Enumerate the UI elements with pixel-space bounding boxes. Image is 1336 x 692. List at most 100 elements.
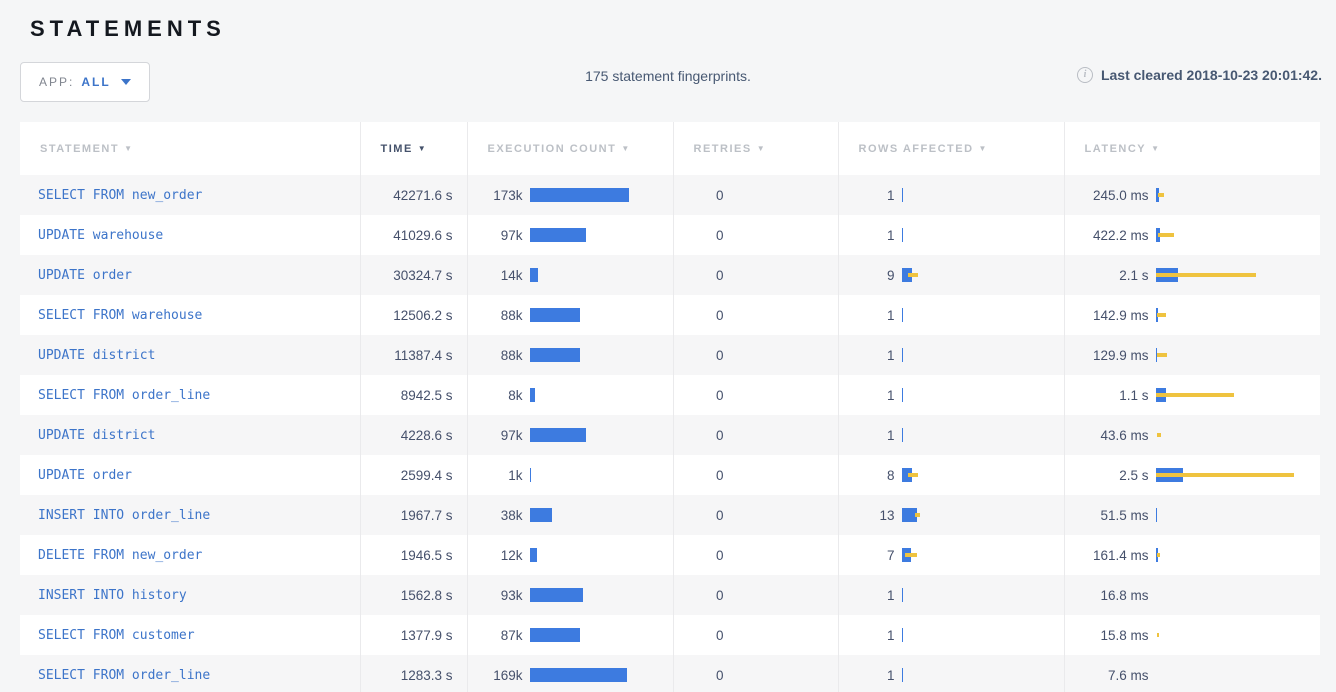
execution-count-value: 87k <box>468 628 523 643</box>
rows-affected-cell: 13 <box>838 495 1064 535</box>
latency-cell: 142.9 ms <box>1064 295 1320 335</box>
column-header-statement[interactable]: STATEMENT▼ <box>20 122 360 175</box>
statements-table: STATEMENT▼ TIME▼ EXECUTION COUNT▼ RETRIE… <box>20 122 1320 692</box>
retries-value: 0 <box>674 548 724 563</box>
retries-value: 0 <box>674 508 724 523</box>
execution-count-cell: 169k <box>467 655 673 692</box>
latency-bar <box>1156 546 1321 564</box>
statement-link[interactable]: UPDATE district <box>38 348 155 363</box>
execution-count-cell: 14k <box>467 255 673 295</box>
column-header-exec[interactable]: EXECUTION COUNT▼ <box>467 122 673 175</box>
retries-cell: 0 <box>673 495 838 535</box>
column-header-label: EXECUTION COUNT <box>488 143 617 155</box>
table-row: UPDATE district 4228.6 s 97k 0 1 <box>20 415 1320 455</box>
latency-cell: 2.1 s <box>1064 255 1320 295</box>
statement-link[interactable]: UPDATE warehouse <box>38 228 163 243</box>
statement-link[interactable]: SELECT FROM warehouse <box>38 308 202 323</box>
latency-value: 142.9 ms <box>1065 308 1149 323</box>
retries-cell: 0 <box>673 575 838 615</box>
execution-count-cell: 1k <box>467 455 673 495</box>
execution-count-bar <box>530 546 673 564</box>
column-header-latency[interactable]: LATENCY▼ <box>1064 122 1320 175</box>
latency-value: 2.5 s <box>1065 468 1149 483</box>
retries-value: 0 <box>674 188 724 203</box>
execution-count-bar <box>530 586 673 604</box>
rows-affected-bar <box>902 426 1064 444</box>
execution-count-value: 38k <box>468 508 523 523</box>
latency-value: 7.6 ms <box>1065 668 1149 683</box>
latency-cell: 2.5 s <box>1064 455 1320 495</box>
table-row: SELECT FROM warehouse 12506.2 s 88k 0 1 <box>20 295 1320 335</box>
statement-cell: SELECT FROM customer <box>20 615 360 655</box>
statement-link[interactable]: UPDATE district <box>38 428 155 443</box>
execution-count-bar <box>530 346 673 364</box>
table-row: UPDATE district 11387.4 s 88k 0 1 <box>20 335 1320 375</box>
statement-cell: UPDATE order <box>20 455 360 495</box>
latency-bar <box>1156 626 1321 644</box>
time-cell: 8942.5 s <box>360 375 467 415</box>
column-header-time[interactable]: TIME▼ <box>360 122 467 175</box>
table-body: SELECT FROM new_order 42271.6 s 173k 0 1 <box>20 175 1320 692</box>
statement-link[interactable]: INSERT INTO history <box>38 588 187 603</box>
execution-count-cell: 38k <box>467 495 673 535</box>
retries-value: 0 <box>674 268 724 283</box>
rows-affected-bar <box>902 266 1064 284</box>
execution-count-value: 173k <box>468 188 523 203</box>
rows-affected-value: 9 <box>839 268 895 283</box>
statement-link[interactable]: INSERT INTO order_line <box>38 508 210 523</box>
statement-cell: UPDATE district <box>20 335 360 375</box>
rows-affected-bar <box>902 306 1064 324</box>
rows-affected-cell: 1 <box>838 615 1064 655</box>
latency-value: 15.8 ms <box>1065 628 1149 643</box>
statement-link[interactable]: DELETE FROM new_order <box>38 548 202 563</box>
rows-affected-value: 1 <box>839 308 895 323</box>
rows-affected-value: 1 <box>839 228 895 243</box>
execution-count-cell: 93k <box>467 575 673 615</box>
column-header-label: RETRIES <box>694 143 752 155</box>
retries-cell: 0 <box>673 215 838 255</box>
latency-bar <box>1156 426 1321 444</box>
time-cell: 41029.6 s <box>360 215 467 255</box>
column-header-label: STATEMENT <box>40 143 119 155</box>
info-icon[interactable]: i <box>1077 67 1093 83</box>
rows-affected-value: 1 <box>839 188 895 203</box>
latency-cell: 245.0 ms <box>1064 175 1320 215</box>
execution-count-bar <box>530 226 673 244</box>
statement-cell: SELECT FROM warehouse <box>20 295 360 335</box>
rows-affected-cell: 1 <box>838 175 1064 215</box>
rows-affected-bar <box>902 386 1064 404</box>
statement-cell: INSERT INTO order_line <box>20 495 360 535</box>
statement-link[interactable]: SELECT FROM customer <box>38 628 195 643</box>
table-row: SELECT FROM customer 1377.9 s 87k 0 1 <box>20 615 1320 655</box>
execution-count-cell: 88k <box>467 295 673 335</box>
execution-count-value: 1k <box>468 468 523 483</box>
rows-affected-value: 1 <box>839 428 895 443</box>
execution-count-bar <box>530 626 673 644</box>
last-cleared-text: Last cleared 2018-10-23 20:01:42. <box>1101 67 1322 83</box>
statement-link[interactable]: SELECT FROM order_line <box>38 388 210 403</box>
latency-cell: 16.8 ms <box>1064 575 1320 615</box>
latency-cell: 129.9 ms <box>1064 335 1320 375</box>
retries-cell: 0 <box>673 375 838 415</box>
retries-cell: 0 <box>673 335 838 375</box>
execution-count-value: 8k <box>468 388 523 403</box>
statement-link[interactable]: UPDATE order <box>38 468 132 483</box>
column-header-retries[interactable]: RETRIES▼ <box>673 122 838 175</box>
rows-affected-bar <box>902 506 1064 524</box>
rows-affected-bar <box>902 226 1064 244</box>
column-header-rows[interactable]: ROWS AFFECTED ▼ <box>838 122 1064 175</box>
time-cell: 1283.3 s <box>360 655 467 692</box>
statement-link[interactable]: SELECT FROM order_line <box>38 668 210 683</box>
table-row: UPDATE warehouse 41029.6 s 97k 0 1 <box>20 215 1320 255</box>
statement-link[interactable]: UPDATE order <box>38 268 132 283</box>
column-header-label: ROWS AFFECTED <box>859 143 974 155</box>
page-title: STATEMENTS <box>30 16 1336 42</box>
rows-affected-value: 1 <box>839 628 895 643</box>
rows-affected-cell: 7 <box>838 535 1064 575</box>
sort-arrow-icon: ▼ <box>979 144 988 153</box>
statement-link[interactable]: SELECT FROM new_order <box>38 188 202 203</box>
rows-affected-bar <box>902 466 1064 484</box>
execution-count-cell: 8k <box>467 375 673 415</box>
latency-value: 422.2 ms <box>1065 228 1149 243</box>
retries-cell: 0 <box>673 655 838 692</box>
